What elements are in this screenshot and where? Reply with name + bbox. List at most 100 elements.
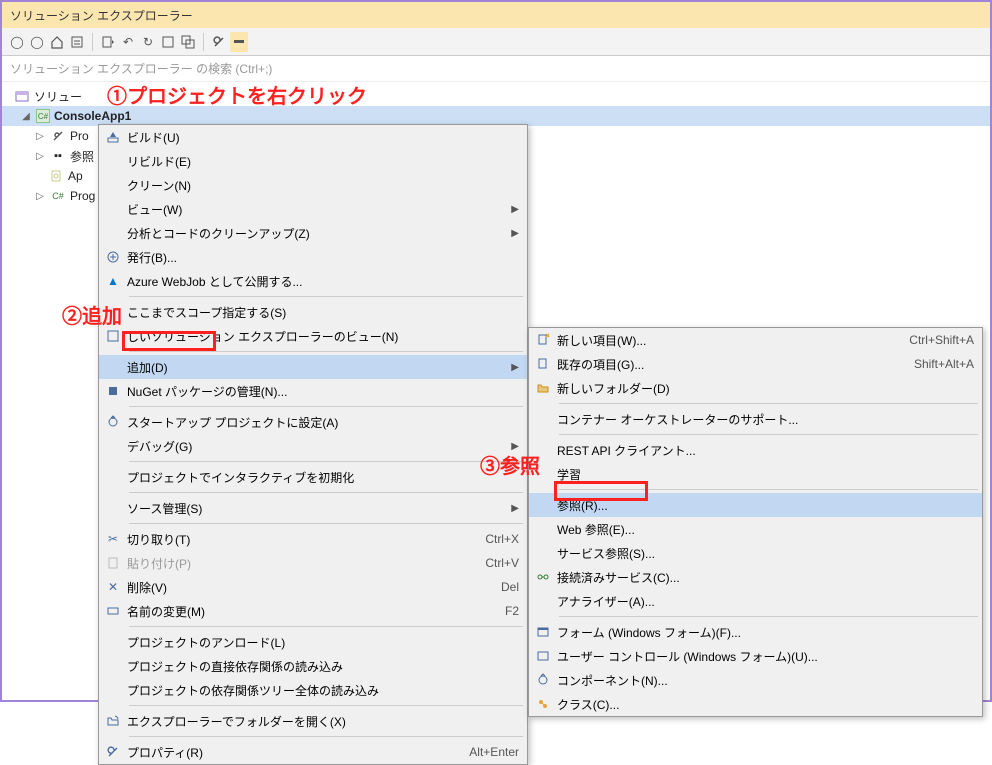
connected-icon [529,570,557,584]
forward-icon[interactable]: ◯ [28,33,46,51]
submenu-newitem[interactable]: 新しい項目(W)... Ctrl+Shift+A [529,328,982,352]
submenu-form[interactable]: フォーム (Windows フォーム)(F)... [529,620,982,644]
sync-icon[interactable] [68,33,86,51]
submenu-class[interactable]: クラス(C)... [529,692,982,716]
menu-interactive[interactable]: プロジェクトでインタラクティブを初期化 [99,465,527,489]
submenu-connected[interactable]: 接続済みサービス(C)... [529,565,982,589]
menu-view[interactable]: ビュー(W) ▶ [99,197,527,221]
back-icon[interactable]: ◯ [8,33,26,51]
menu-deps[interactable]: プロジェクトの直接依存関係の読み込み [99,654,527,678]
submenu-restapi[interactable]: REST API クライアント... [529,438,982,462]
showall-icon[interactable] [179,33,197,51]
window-title: ソリューション エクスプローラー [10,7,193,24]
submenu-analyzer[interactable]: アナライザー(A)... [529,589,982,613]
form-icon [529,625,557,639]
node-label: Ap [68,169,83,183]
menu-separator [129,626,523,627]
search-box[interactable]: ソリューション エクスプローラー の検索 (Ctrl+;) [2,56,990,82]
menu-startup[interactable]: スタートアップ プロジェクトに設定(A) [99,410,527,434]
node-label: Prog [70,189,95,203]
cut-icon: ✂ [99,532,127,546]
menu-separator [559,489,978,490]
submenu-webref[interactable]: Web 参照(E)... [529,517,982,541]
menu-separator [129,492,523,493]
solution-icon [14,88,30,104]
submenu-newfolder[interactable]: 新しいフォルダー(D) [529,376,982,400]
preview-icon[interactable] [230,32,248,52]
title-bar: ソリューション エクスプローラー [2,2,990,28]
component-icon [529,673,557,687]
collapse-icon[interactable] [159,33,177,51]
expander-icon[interactable]: ▷ [34,131,46,142]
expander-icon[interactable]: ◢ [20,111,32,122]
context-menu: ビルド(U) リビルド(E) クリーン(N) ビュー(W) ▶ 分析とコードのク… [98,124,528,765]
submenu-component[interactable]: コンポーネント(N)... [529,668,982,692]
submenu-arrow-icon: ▶ [505,441,519,452]
refresh-icon[interactable]: ↻ [139,33,157,51]
menu-separator [129,351,523,352]
csharp-icon: C# [36,109,50,123]
submenu-existingitem[interactable]: 既存の項目(G)... Shift+Alt+A [529,352,982,376]
home-icon[interactable] [48,33,66,51]
menu-delete[interactable]: ✕ 削除(V) Del [99,575,527,599]
menu-unload[interactable]: プロジェクトのアンロード(L) [99,630,527,654]
separator [92,33,93,51]
build-icon [99,130,127,144]
newitem-icon [529,333,557,347]
submenu-arrow-icon: ▶ [505,362,519,373]
reference-icon: ▪▪ [50,148,66,164]
folder-icon [99,714,127,728]
submenu-ml[interactable]: 学習 [529,462,982,486]
existingitem-icon [529,357,557,371]
separator [203,33,204,51]
menu-cut[interactable]: ✂ 切り取り(T) Ctrl+X [99,527,527,551]
menu-newview[interactable]: しいソリューション エクスプローラーのビュー(N) [99,324,527,348]
menu-build[interactable]: ビルド(U) [99,125,527,149]
submenu-container[interactable]: コンテナー オーケストレーターのサポート... [529,407,982,431]
project-node[interactable]: ◢ C# ConsoleApp1 [2,106,990,126]
menu-separator [129,736,523,737]
folder-icon [529,381,557,395]
submenu-reference[interactable]: 参照(R)... [529,493,982,517]
menu-separator [559,434,978,435]
node-label: 参照 [70,148,94,165]
menu-depstree[interactable]: プロジェクトの依存関係ツリー全体の読み込み [99,678,527,702]
properties-icon [99,745,127,759]
menu-source[interactable]: ソース管理(S) ▶ [99,496,527,520]
add-submenu: 新しい項目(W)... Ctrl+Shift+A 既存の項目(G)... Shi… [528,327,983,717]
solution-node[interactable]: ソリュー [2,86,990,106]
menu-publish[interactable]: 発行(B)... [99,245,527,269]
submenu-serviceref[interactable]: サービス参照(S)... [529,541,982,565]
solution-label: ソリュー [34,88,82,105]
menu-separator [129,523,523,524]
publish-icon [99,250,127,264]
project-label: ConsoleApp1 [54,109,131,123]
expander-icon[interactable]: ▷ [34,191,46,202]
wrench-icon[interactable] [210,33,228,51]
menu-rename[interactable]: 名前の変更(M) F2 [99,599,527,623]
menu-separator [129,296,523,297]
menu-nuget[interactable]: NuGet パッケージの管理(N)... [99,379,527,403]
class-icon [529,697,557,711]
menu-scope[interactable]: ここまでスコープ指定する(S) [99,300,527,324]
paste-icon [99,556,127,570]
startup-icon [99,415,127,429]
expander-icon[interactable]: ▷ [34,151,46,162]
menu-debug[interactable]: デバッグ(G) ▶ [99,434,527,458]
submenu-usercontrol[interactable]: ユーザー コントロール (Windows フォーム)(U)... [529,644,982,668]
dropdown-icon[interactable] [99,33,117,51]
menu-azure[interactable]: ▲ Azure WebJob として公開する... [99,269,527,293]
menu-clean[interactable]: クリーン(N) [99,173,527,197]
menu-separator [559,616,978,617]
menu-separator [129,406,523,407]
menu-analyze[interactable]: 分析とコードのクリーンアップ(Z) ▶ [99,221,527,245]
toolbar: ◯ ◯ ↶ ↻ [2,28,990,56]
menu-rebuild[interactable]: リビルド(E) [99,149,527,173]
menu-separator [129,705,523,706]
nuget-icon [99,384,127,398]
undo-icon[interactable]: ↶ [119,33,137,51]
menu-properties[interactable]: プロパティ(R) Alt+Enter [99,740,527,764]
menu-openfolder[interactable]: エクスプローラーでフォルダーを開く(X) [99,709,527,733]
menu-add[interactable]: 追加(D) ▶ [99,355,527,379]
submenu-arrow-icon: ▶ [505,228,519,239]
